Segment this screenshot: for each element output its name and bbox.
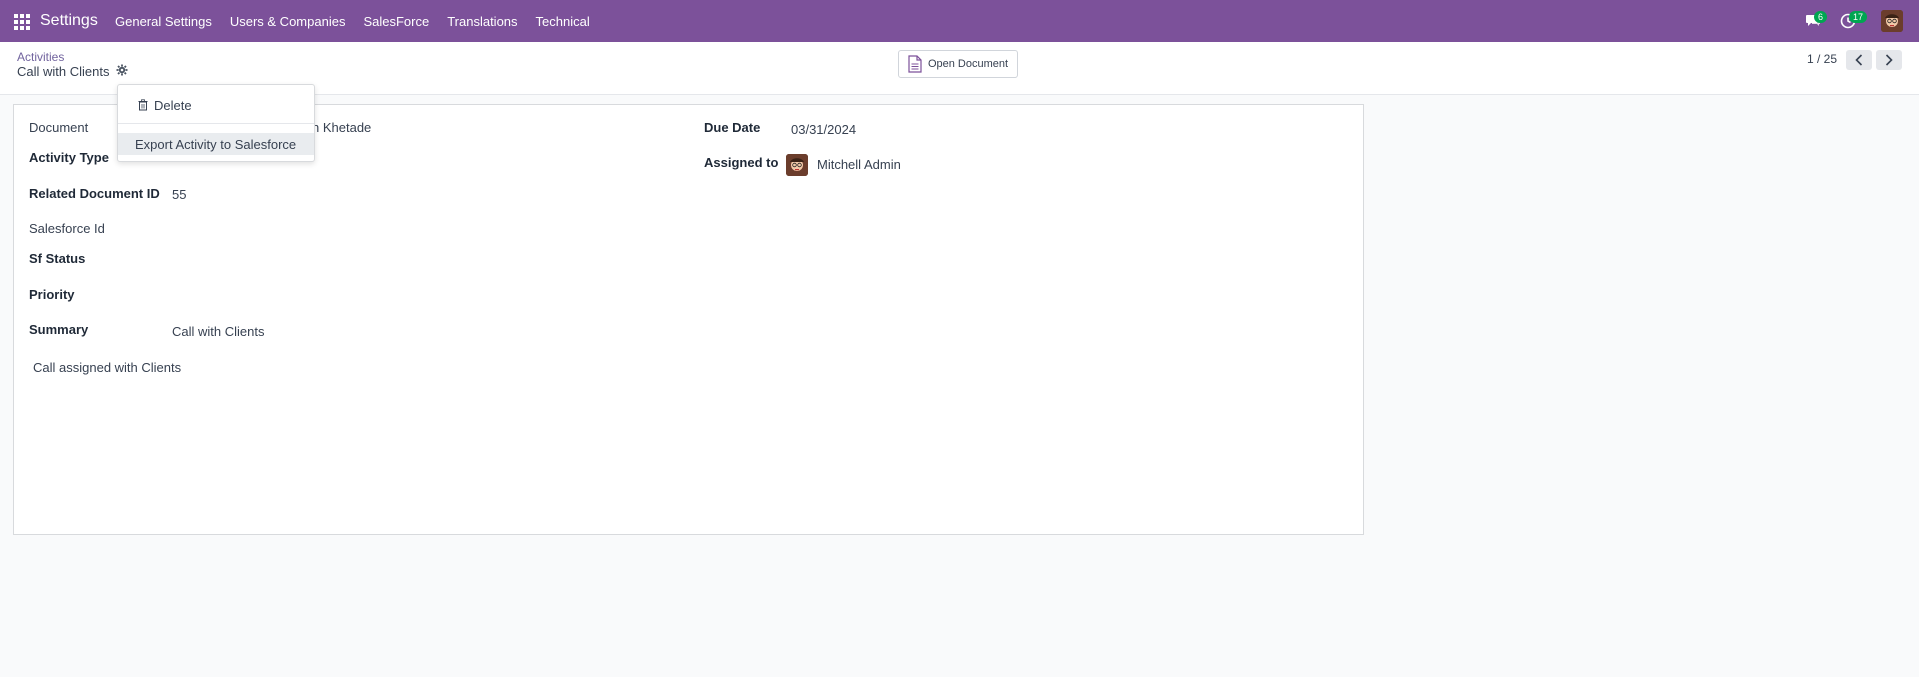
- dropdown-divider: [118, 123, 314, 124]
- delete-menu-item[interactable]: Delete: [118, 93, 314, 117]
- menu-translations[interactable]: Translations: [447, 14, 517, 29]
- export-label: Export Activity to Salesforce: [135, 136, 297, 152]
- summary-value[interactable]: Call with Clients: [172, 324, 264, 339]
- record-title: Call with Clients: [17, 64, 110, 79]
- assignee-avatar: [786, 154, 808, 176]
- form-sheet: Document n Khetade Activity Type Related…: [13, 104, 1364, 535]
- top-menu: General Settings Users & Companies Sales…: [115, 14, 608, 29]
- menu-technical[interactable]: Technical: [536, 14, 590, 29]
- document-label: Document: [29, 120, 89, 135]
- salesforce-id-label: Salesforce Id: [29, 221, 105, 236]
- priority-label: Priority: [29, 287, 75, 302]
- activity-type-label: Activity Type: [29, 150, 109, 165]
- breadcrumb-activities[interactable]: Activities: [17, 50, 64, 64]
- open-document-label: Open Document: [927, 58, 1009, 70]
- menu-users-companies[interactable]: Users & Companies: [230, 14, 346, 29]
- apps-grid-icon[interactable]: [14, 14, 30, 30]
- top-navbar: Settings General Settings Users & Compan…: [0, 0, 1919, 42]
- pager-value: 1 / 25: [1807, 52, 1838, 66]
- action-dropdown-menu: Delete Export Activity to Salesforce: [117, 84, 315, 162]
- user-avatar[interactable]: [1881, 10, 1903, 32]
- assigned-to-label: Assigned to: [704, 155, 779, 170]
- due-date-label: Due Date: [704, 120, 761, 135]
- export-to-salesforce-menu-item[interactable]: Export Activity to Salesforce: [118, 133, 314, 155]
- pager-previous-button[interactable]: [1846, 50, 1872, 70]
- related-document-id-value[interactable]: 55: [172, 187, 186, 202]
- document-icon: [908, 55, 922, 73]
- open-document-button[interactable]: Open Document: [898, 50, 1018, 78]
- summary-label: Summary: [29, 322, 89, 337]
- document-value[interactable]: n Khetade: [312, 120, 371, 135]
- chevron-right-icon: [1885, 54, 1893, 66]
- gear-icon[interactable]: [116, 64, 128, 76]
- menu-salesforce[interactable]: SalesForce: [363, 14, 429, 29]
- menu-general-settings[interactable]: General Settings: [115, 14, 212, 29]
- chat-count-badge: 6: [1814, 11, 1828, 23]
- assigned-to-value[interactable]: Mitchell Admin: [817, 157, 901, 172]
- note-text[interactable]: Call assigned with Clients: [33, 360, 181, 375]
- delete-label: Delete: [154, 97, 192, 113]
- due-date-value[interactable]: 03/31/2024: [791, 122, 856, 137]
- activity-count-badge: 17: [1849, 11, 1868, 23]
- sf-status-label: Sf Status: [29, 251, 86, 266]
- chevron-left-icon: [1855, 54, 1863, 66]
- app-brand[interactable]: Settings: [40, 12, 98, 30]
- pager-next-button[interactable]: [1876, 50, 1902, 70]
- trash-icon: [138, 99, 148, 111]
- related-document-id-label: Related Document ID: [29, 186, 160, 201]
